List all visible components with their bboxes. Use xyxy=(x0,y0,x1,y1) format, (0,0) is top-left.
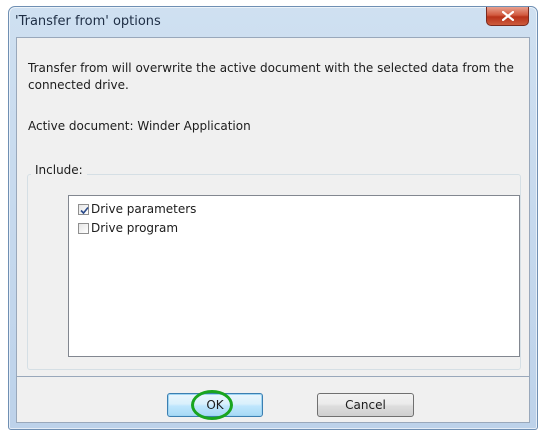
checkbox-checked-icon[interactable] xyxy=(78,203,89,215)
close-icon xyxy=(502,11,514,21)
checkbox-unchecked-icon[interactable] xyxy=(78,222,89,234)
overwrite-warning-text: Transfer from will overwrite the active … xyxy=(28,61,514,92)
title-bar[interactable]: 'Transfer from' options xyxy=(9,7,537,37)
checkbox-label: Drive program xyxy=(91,221,179,235)
checkbox-drive-program[interactable]: Drive program xyxy=(78,220,178,236)
active-document-text: Active document: Winder Application xyxy=(28,119,251,133)
checkbox-label: Drive parameters xyxy=(91,202,197,216)
close-button[interactable] xyxy=(486,7,529,26)
include-label: Include: xyxy=(31,163,87,177)
window-title: 'Transfer from' options xyxy=(15,14,161,29)
dialog-body: Transfer from will overwrite the active … xyxy=(16,37,530,377)
transfer-options-dialog: 'Transfer from' options Transfer from wi… xyxy=(8,6,538,430)
cancel-button[interactable]: Cancel xyxy=(317,393,414,417)
ok-button[interactable]: OK xyxy=(167,393,263,417)
include-checklist[interactable]: Drive parameters Drive program xyxy=(68,195,520,357)
checkbox-drive-parameters[interactable]: Drive parameters xyxy=(78,201,196,217)
checkmark-icon xyxy=(80,206,89,214)
button-bar: OK Cancel xyxy=(16,377,530,423)
